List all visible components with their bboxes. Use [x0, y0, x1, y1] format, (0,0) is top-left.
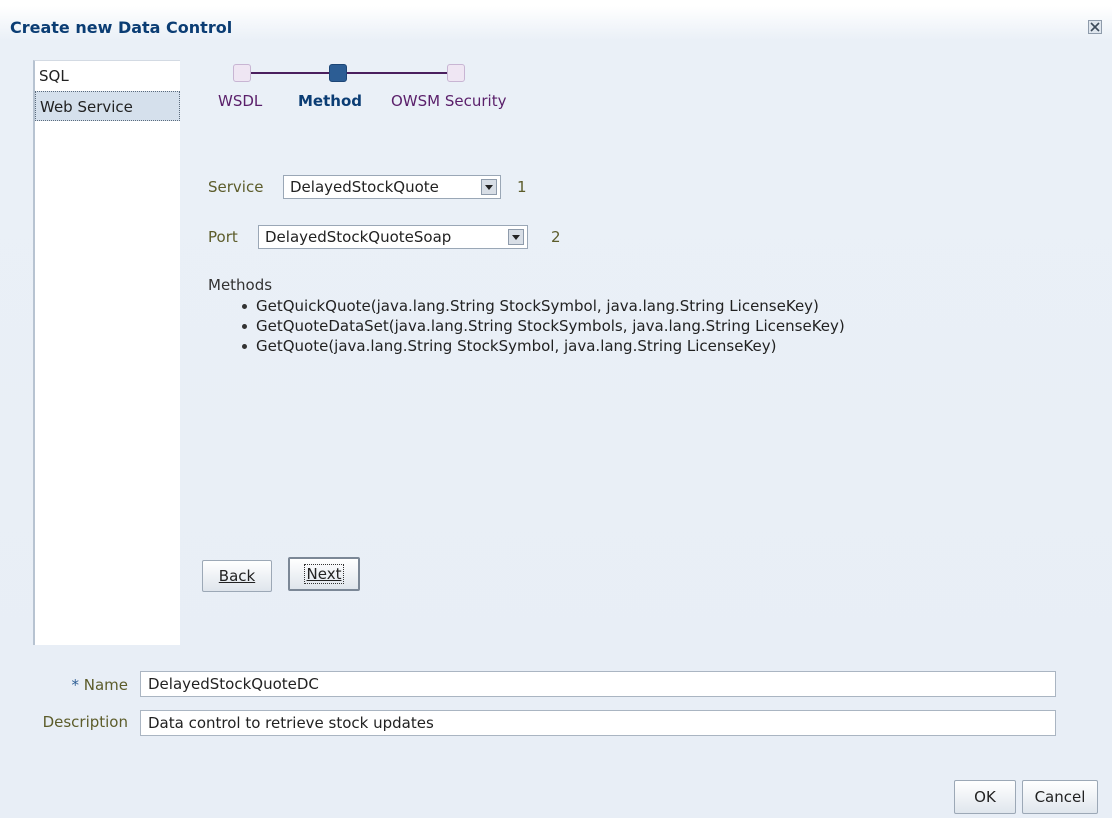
- methods-heading: Methods: [208, 276, 273, 294]
- required-marker: *: [71, 676, 79, 694]
- train-connector: [249, 72, 329, 74]
- train-label-owsm-security[interactable]: OWSM Security: [391, 92, 506, 110]
- port-select[interactable]: DelayedStockQuoteSoap: [258, 225, 528, 249]
- train-label-method: Method: [298, 92, 362, 110]
- train-label-wsdl[interactable]: WSDL: [218, 92, 262, 110]
- list-item-sql[interactable]: SQL: [35, 61, 180, 91]
- service-select-value: DelayedStockQuote: [290, 178, 439, 196]
- name-label-text: Name: [83, 676, 128, 694]
- train-stop-owsm-security[interactable]: [447, 64, 465, 82]
- cancel-button[interactable]: Cancel: [1022, 780, 1098, 814]
- description-field[interactable]: Data control to retrieve stock updates: [140, 710, 1056, 736]
- data-source-list: SQL Web Service: [33, 60, 180, 645]
- next-button-label: Next: [303, 564, 345, 584]
- list-item-web-service[interactable]: Web Service: [35, 91, 180, 121]
- next-button[interactable]: Next: [288, 557, 360, 591]
- method-item: GetQuickQuote(java.lang.String StockSymb…: [238, 296, 845, 316]
- description-label: Description: [42, 713, 128, 731]
- train-stop-method: [329, 64, 347, 82]
- service-count: 1: [517, 178, 527, 196]
- chevron-down-icon[interactable]: [508, 229, 524, 245]
- back-button[interactable]: Back: [202, 560, 272, 592]
- port-count: 2: [551, 228, 561, 246]
- chevron-down-icon[interactable]: [481, 179, 497, 195]
- create-data-control-dialog: Create new Data Control SQL Web Service …: [0, 0, 1112, 818]
- method-item: GetQuoteDataSet(java.lang.String StockSy…: [238, 316, 845, 336]
- dialog-title: Create new Data Control: [10, 18, 233, 37]
- ok-button[interactable]: OK: [954, 780, 1016, 814]
- train-connector: [347, 72, 447, 74]
- service-select[interactable]: DelayedStockQuote: [283, 175, 501, 199]
- service-label: Service: [208, 178, 264, 196]
- method-item: GetQuote(java.lang.String StockSymbol, j…: [238, 336, 845, 356]
- port-select-value: DelayedStockQuoteSoap: [265, 228, 452, 246]
- close-icon[interactable]: [1088, 20, 1102, 34]
- methods-list: GetQuickQuote(java.lang.String StockSymb…: [238, 296, 845, 356]
- train-stop-wsdl[interactable]: [233, 64, 251, 82]
- port-label: Port: [208, 228, 238, 246]
- wizard-train: [233, 62, 473, 86]
- name-field[interactable]: DelayedStockQuoteDC: [140, 671, 1056, 697]
- back-button-label: Back: [218, 567, 256, 585]
- name-label: * Name: [60, 676, 128, 694]
